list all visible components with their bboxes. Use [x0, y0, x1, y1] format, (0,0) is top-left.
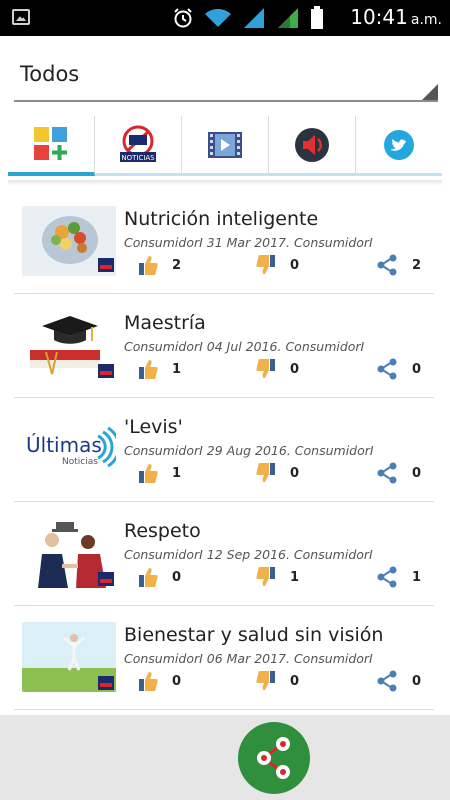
- like-button[interactable]: 1: [138, 358, 181, 380]
- tabs-divider: [8, 180, 442, 186]
- dislike-count: 0: [290, 673, 300, 689]
- clock-ampm: a.m.: [410, 12, 442, 28]
- share-button[interactable]: 0: [376, 670, 421, 692]
- share-count: 2: [412, 257, 422, 273]
- category-dropdown-value: Todos: [20, 62, 80, 86]
- article-title: Bienestar y salud sin visión: [124, 624, 384, 646]
- article-meta: ConsumidorI 31 Mar 2017. ConsumidorI: [124, 235, 373, 250]
- battery-icon: [311, 6, 323, 29]
- share-count: 0: [412, 361, 422, 377]
- share-count: 0: [412, 465, 422, 481]
- share-icon: [377, 462, 397, 484]
- dislike-count: 1: [290, 569, 300, 585]
- tab-all[interactable]: [8, 116, 95, 176]
- dislike-button[interactable]: 1: [256, 566, 299, 588]
- list-item[interactable]: Maestría ConsumidorI 04 Jul 2016. Consum…: [14, 294, 434, 398]
- article-meta: ConsumidorI 12 Sep 2016. ConsumidorI: [124, 547, 373, 562]
- like-count: 2: [172, 257, 182, 273]
- tab-bar: NOTICIAS: [8, 116, 442, 176]
- share-fab-button[interactable]: [238, 722, 310, 794]
- dislike-button[interactable]: 0: [256, 462, 299, 484]
- image-notification-icon: [12, 9, 30, 25]
- article-thumbnail: [22, 206, 116, 276]
- list-item[interactable]: Respeto ConsumidorI 12 Sep 2016. Consumi…: [14, 502, 434, 606]
- like-count: 1: [172, 361, 182, 377]
- share-icon: [377, 358, 397, 380]
- like-count: 0: [172, 673, 182, 689]
- share-icon: [377, 566, 397, 588]
- thumbs-down-icon: [256, 567, 275, 586]
- share-count: 1: [412, 569, 422, 585]
- signal-icon-2: [278, 8, 298, 28]
- like-button[interactable]: 1: [138, 462, 181, 484]
- share-button[interactable]: 2: [376, 254, 421, 276]
- clock-time: 10:41: [350, 5, 408, 29]
- article-list: Nutrición inteligente ConsumidorI 31 Mar…: [14, 190, 434, 710]
- twitter-icon: [384, 129, 414, 160]
- like-button[interactable]: 0: [138, 566, 181, 588]
- dislike-button[interactable]: 0: [256, 254, 299, 276]
- thumbs-up-icon: [139, 256, 158, 275]
- like-count: 0: [172, 569, 182, 585]
- tab-news[interactable]: NOTICIAS: [95, 116, 182, 176]
- list-item[interactable]: Nutrición inteligente ConsumidorI 31 Mar…: [14, 190, 434, 294]
- video-film-icon: [208, 131, 242, 158]
- thumbnail-ultimas-text: Últimas: [26, 433, 102, 457]
- dislike-count: 0: [290, 465, 300, 481]
- thumbs-down-icon: [256, 255, 275, 274]
- like-button[interactable]: 2: [138, 254, 181, 276]
- bottom-bar: [0, 715, 450, 800]
- share-count: 0: [412, 673, 422, 689]
- noticias-icon: NOTICIAS: [120, 125, 156, 162]
- share-button[interactable]: 0: [376, 358, 421, 380]
- list-item[interactable]: Últimas Noticias 'Levis' ConsumidorI 29 …: [14, 398, 434, 502]
- thumbs-up-icon: [139, 464, 158, 483]
- wifi-icon: [205, 8, 231, 27]
- category-dropdown[interactable]: Todos: [14, 52, 438, 102]
- thumbs-up-icon: [139, 672, 158, 691]
- thumbs-down-icon: [256, 671, 275, 690]
- article-meta: ConsumidorI 29 Aug 2016. ConsumidorI: [124, 443, 374, 458]
- article-title: Nutrición inteligente: [124, 208, 319, 230]
- list-item[interactable]: Bienestar y salud sin visión ConsumidorI…: [14, 606, 434, 710]
- article-thumbnail: [22, 310, 116, 380]
- share-button[interactable]: 0: [376, 462, 421, 484]
- dislike-count: 0: [290, 257, 300, 273]
- share-icon: [377, 254, 397, 276]
- thumbs-up-icon: [139, 360, 158, 379]
- noticias-badge-text: NOTICIAS: [121, 154, 155, 162]
- article-thumbnail: Últimas Noticias: [22, 414, 116, 484]
- article-thumbnail: [22, 622, 116, 692]
- tab-twitter[interactable]: [356, 116, 442, 176]
- article-title: 'Levis': [124, 416, 183, 438]
- tab-audio[interactable]: [269, 116, 356, 176]
- thumbnail-noticias-text: Noticias: [62, 457, 98, 467]
- like-count: 1: [172, 465, 182, 481]
- share-network-icon: [257, 737, 290, 779]
- tab-video[interactable]: [182, 116, 269, 176]
- share-button[interactable]: 1: [376, 566, 421, 588]
- article-meta: ConsumidorI 06 Mar 2017. ConsumidorI: [124, 651, 373, 666]
- article-meta: ConsumidorI 04 Jul 2016. ConsumidorI: [124, 339, 365, 354]
- article-title: Respeto: [124, 520, 201, 542]
- apps-grid-plus-icon: [34, 127, 67, 160]
- like-button[interactable]: 0: [138, 670, 181, 692]
- article-title: Maestría: [124, 312, 206, 334]
- thumbs-down-icon: [256, 463, 275, 482]
- clock: 10:41 a.m.: [350, 5, 442, 29]
- alarm-icon: [174, 8, 192, 28]
- dislike-count: 0: [290, 361, 300, 377]
- thumbs-up-icon: [139, 568, 158, 587]
- dislike-button[interactable]: 0: [256, 358, 299, 380]
- speaker-icon: [295, 127, 329, 162]
- dropdown-arrow-icon: [422, 84, 438, 100]
- status-bar: 10:41 a.m.: [0, 0, 450, 36]
- article-thumbnail: [22, 518, 116, 588]
- signal-icon-1: [244, 8, 264, 28]
- thumbs-down-icon: [256, 359, 275, 378]
- share-icon: [377, 670, 397, 692]
- dislike-button[interactable]: 0: [256, 670, 299, 692]
